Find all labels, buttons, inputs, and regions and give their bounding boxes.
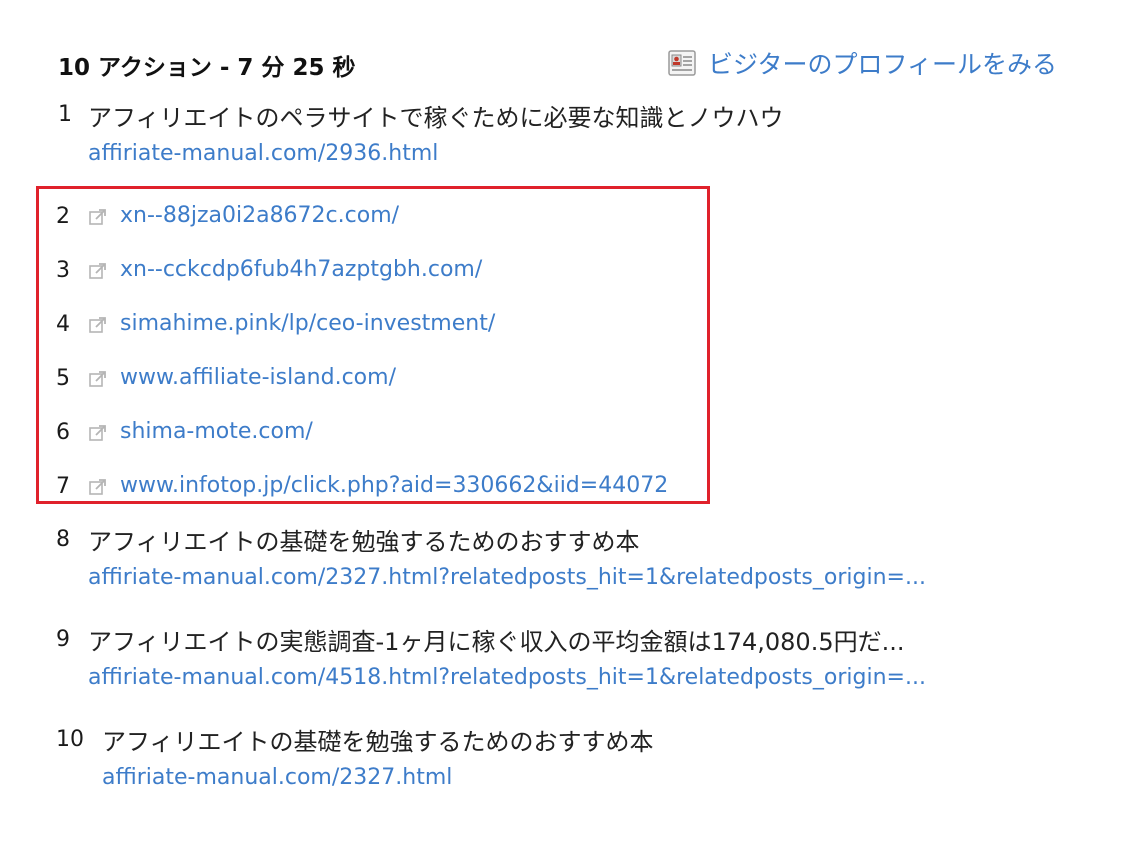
- profile-card-icon: [668, 50, 696, 76]
- action-summary-title: 10 アクション - 7 分 25 秒: [58, 55, 356, 81]
- action-page-title: アフィリエイトのペラサイトで稼ぐために必要な知識とノウハウ: [88, 104, 784, 132]
- action-url-link[interactable]: affiriate-manual.com/2936.html: [88, 141, 438, 166]
- visitor-profile-link[interactable]: ビジターのプロフィールをみる: [668, 47, 1057, 79]
- action-url-link[interactable]: affiriate-manual.com/4518.html?relatedpo…: [88, 665, 926, 690]
- action-number: 1: [58, 102, 72, 127]
- action-number: 9: [56, 627, 70, 652]
- action-url-link[interactable]: affiriate-manual.com/2327.html?relatedpo…: [88, 565, 926, 590]
- action-url-link[interactable]: affiriate-manual.com/2327.html: [102, 765, 452, 790]
- action-page-title: アフィリエイトの基礎を勉強するためのおすすめ本: [102, 728, 654, 756]
- action-page-title: アフィリエイトの実態調査-1ヶ月に稼ぐ収入の平均金額は174,080.5円だ..…: [88, 628, 905, 656]
- action-number: 10: [56, 727, 84, 752]
- highlight-box: [36, 186, 710, 504]
- action-number: 8: [56, 527, 70, 552]
- action-page-title: アフィリエイトの基礎を勉強するためのおすすめ本: [88, 528, 640, 556]
- visitor-profile-link-label[interactable]: ビジターのプロフィールをみる: [708, 45, 1057, 81]
